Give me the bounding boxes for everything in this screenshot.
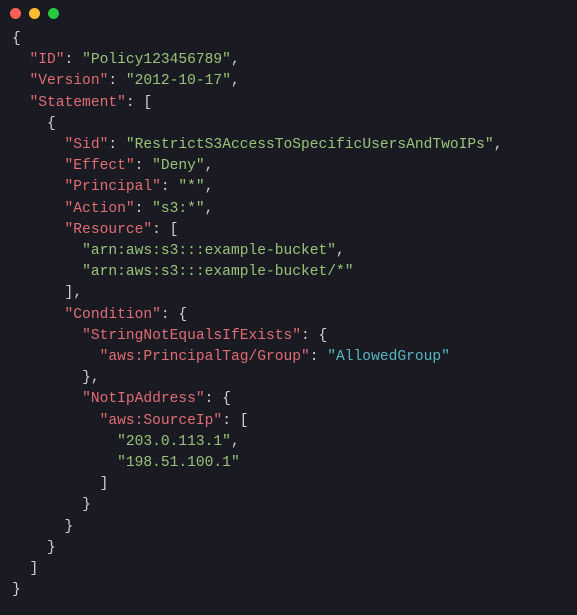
window-traffic-lights	[0, 0, 577, 23]
minimize-icon[interactable]	[29, 8, 40, 19]
close-icon[interactable]	[10, 8, 21, 19]
json-code-block: { "ID": "Policy123456789", "Version": "2…	[0, 23, 577, 615]
maximize-icon[interactable]	[48, 8, 59, 19]
